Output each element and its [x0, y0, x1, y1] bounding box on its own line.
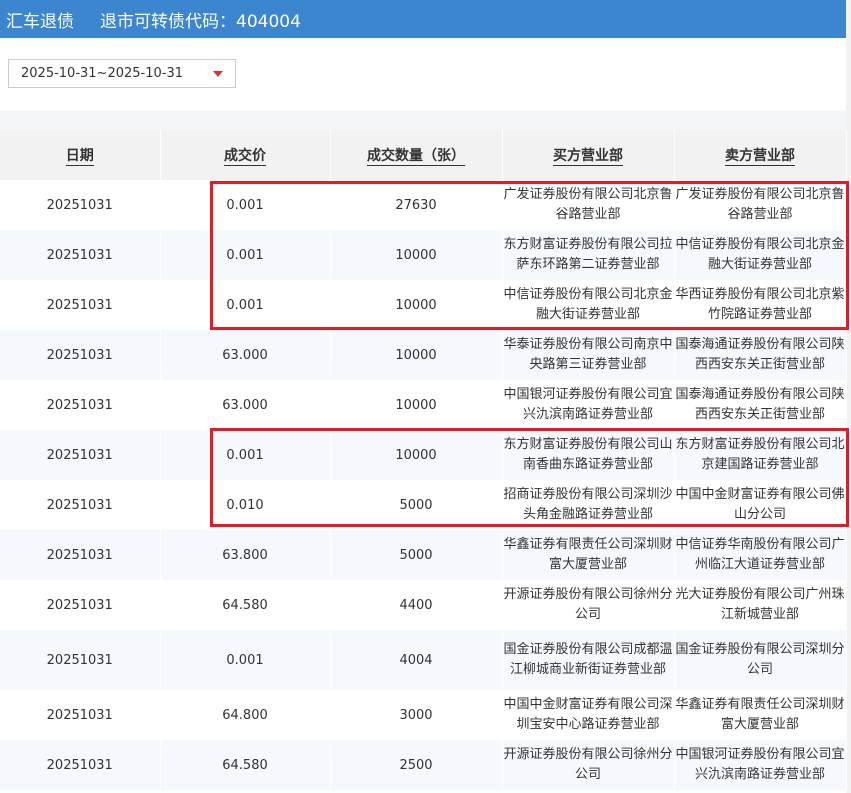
cell-date: 20251031 — [0, 430, 161, 480]
cell-date: 20251031 — [0, 530, 161, 580]
cell-seller: 华鑫证券有限责任公司深圳财富大厦营业部 — [674, 690, 847, 740]
date-range-value: 2025-10-31~2025-10-31 — [21, 66, 183, 81]
col-header-quantity[interactable]: 成交数量（张） — [330, 130, 503, 180]
table-row: 20251031 0.001 4004 国金证券股份有限公司成都温江柳城商业新街证券营… — [0, 630, 847, 690]
table-row: 20251031 64.800 3000 中国中金财富证券有限公司深圳宝安中心路证券营… — [0, 690, 847, 740]
cell-price: 0.001 — [160, 630, 331, 690]
cell-price: 63.000 — [160, 380, 331, 430]
table-row: 20251031 64.580 4400 开源证券股份有限公司徐州分公司 光大证券股份有… — [0, 580, 847, 630]
cell-buyer: 中信证券股份有限公司北京金融大街证券营业部 — [502, 280, 675, 330]
cell-quantity: 4400 — [330, 580, 503, 630]
cell-buyer: 广发证券股份有限公司北京鲁谷路营业部 — [502, 180, 675, 230]
table-row: 20251031 64.580 2500 开源证券股份有限公司徐州分公司 中国银河证券股… — [0, 740, 847, 790]
cell-buyer: 中国银河证券股份有限公司宜兴氿滨南路证券营业部 — [502, 380, 675, 430]
cell-seller: 国泰海通证券股份有限公司陕西西安东关正街营业部 — [674, 330, 847, 380]
cell-quantity: 10000 — [330, 330, 503, 380]
cell-seller: 国金证券股份有限公司深圳分公司 — [674, 630, 847, 690]
cell-price: 0.010 — [160, 480, 331, 530]
cell-seller: 中国中金财富证券有限公司佛山分公司 — [674, 480, 847, 530]
date-range-select[interactable]: 2025-10-31~2025-10-31 — [8, 59, 236, 88]
cell-quantity: 27630 — [330, 180, 503, 230]
cell-quantity: 5000 — [330, 530, 503, 580]
cell-date: 20251031 — [0, 330, 161, 380]
section-divider — [0, 110, 846, 130]
table-row: 20251031 0.001 10000 东方财富证券股份有限公司拉萨东环路第二证券营… — [0, 230, 847, 280]
cell-quantity: 10000 — [330, 280, 503, 330]
cell-quantity: 5000 — [330, 480, 503, 530]
table-row: 20251031 0.001 10000 东方财富证券股份有限公司山南香曲东路证券营业… — [0, 430, 847, 480]
cell-date: 20251031 — [0, 580, 161, 630]
cell-date: 20251031 — [0, 380, 161, 430]
cell-date: 20251031 — [0, 180, 161, 230]
cell-seller: 光大证券股份有限公司广州珠江新城营业部 — [674, 580, 847, 630]
caret-down-icon — [213, 71, 223, 77]
cell-quantity: 10000 — [330, 380, 503, 430]
cell-seller: 中信证券华南股份有限公司广州临江大道证券营业部 — [674, 530, 847, 580]
page-header: 汇车退债 退市可转债代码：404004 — [0, 0, 846, 38]
cell-date: 20251031 — [0, 630, 161, 690]
bond-name: 汇车退债 — [6, 11, 74, 32]
table-header-row: 日期 成交价 成交数量（张） 买方营业部 卖方营业部 — [0, 130, 847, 180]
cell-quantity: 4004 — [330, 630, 503, 690]
cell-price: 0.001 — [160, 430, 331, 480]
cell-seller: 华西证券股份有限公司北京紫竹院路证券营业部 — [674, 280, 847, 330]
table-row: 20251031 63.000 10000 中国银河证券股份有限公司宜兴氿滨南路证券营… — [0, 380, 847, 430]
table-row: 20251031 0.001 10000 中信证券股份有限公司北京金融大街证券营业部华… — [0, 280, 847, 330]
col-header-date[interactable]: 日期 — [0, 130, 161, 180]
scrollbar[interactable] — [846, 0, 851, 793]
cell-price: 64.580 — [160, 580, 331, 630]
cell-seller: 东方财富证券股份有限公司北京建国路证券营业部 — [674, 430, 847, 480]
cell-price: 0.001 — [160, 280, 331, 330]
cell-buyer: 开源证券股份有限公司徐州分公司 — [502, 580, 675, 630]
table-row: 20251031 0.010 5000 招商证券股份有限公司深圳沙头角金融路证券营业部… — [0, 480, 847, 530]
cell-seller: 广发证券股份有限公司北京鲁谷路营业部 — [674, 180, 847, 230]
cell-buyer: 中国中金财富证券有限公司深圳宝安中心路证券营业部 — [502, 690, 675, 740]
cell-price: 64.800 — [160, 690, 331, 740]
cell-seller: 国泰海通证券股份有限公司陕西西安东关正街营业部 — [674, 380, 847, 430]
cell-date: 20251031 — [0, 740, 161, 790]
trades-table: 日期 成交价 成交数量（张） 买方营业部 卖方营业部 20251031 0.001… — [0, 130, 847, 790]
col-header-buyer[interactable]: 买方营业部 — [502, 130, 675, 180]
table-row: 20251031 63.000 10000 华泰证券股份有限公司南京中央路第三证券营业… — [0, 330, 847, 380]
cell-date: 20251031 — [0, 480, 161, 530]
cell-buyer: 东方财富证券股份有限公司拉萨东环路第二证券营业部 — [502, 230, 675, 280]
cell-buyer: 招商证券股份有限公司深圳沙头角金融路证券营业部 — [502, 480, 675, 530]
cell-quantity: 10000 — [330, 430, 503, 480]
cell-seller: 中信证券股份有限公司北京金融大街证券营业部 — [674, 230, 847, 280]
table-row: 20251031 0.001 27630 广发证券股份有限公司北京鲁谷路营业部 广发证券… — [0, 180, 847, 230]
cell-price: 0.001 — [160, 230, 331, 280]
cell-buyer: 华鑫证券有限责任公司深圳财富大厦营业部 — [502, 530, 675, 580]
cell-price: 63.800 — [160, 530, 331, 580]
cell-quantity: 3000 — [330, 690, 503, 740]
cell-buyer: 国金证券股份有限公司成都温江柳城商业新街证券营业部 — [502, 630, 675, 690]
table-row: 20251031 63.800 5000 华鑫证券有限责任公司深圳财富大厦营业部 中信证… — [0, 530, 847, 580]
cell-date: 20251031 — [0, 690, 161, 740]
cell-date: 20251031 — [0, 280, 161, 330]
cell-seller: 中国银河证券股份有限公司宜兴氿滨南路证券营业部 — [674, 740, 847, 790]
cell-price: 63.000 — [160, 330, 331, 380]
cell-date: 20251031 — [0, 230, 161, 280]
col-header-seller[interactable]: 卖方营业部 — [674, 130, 847, 180]
col-header-price[interactable]: 成交价 — [160, 130, 331, 180]
cell-buyer: 华泰证券股份有限公司南京中央路第三证券营业部 — [502, 330, 675, 380]
bond-code: 退市可转债代码：404004 — [100, 11, 301, 32]
cell-quantity: 2500 — [330, 740, 503, 790]
cell-price: 0.001 — [160, 180, 331, 230]
cell-quantity: 10000 — [330, 230, 503, 280]
cell-price: 64.580 — [160, 740, 331, 790]
cell-buyer: 开源证券股份有限公司徐州分公司 — [502, 740, 675, 790]
cell-buyer: 东方财富证券股份有限公司山南香曲东路证券营业部 — [502, 430, 675, 480]
